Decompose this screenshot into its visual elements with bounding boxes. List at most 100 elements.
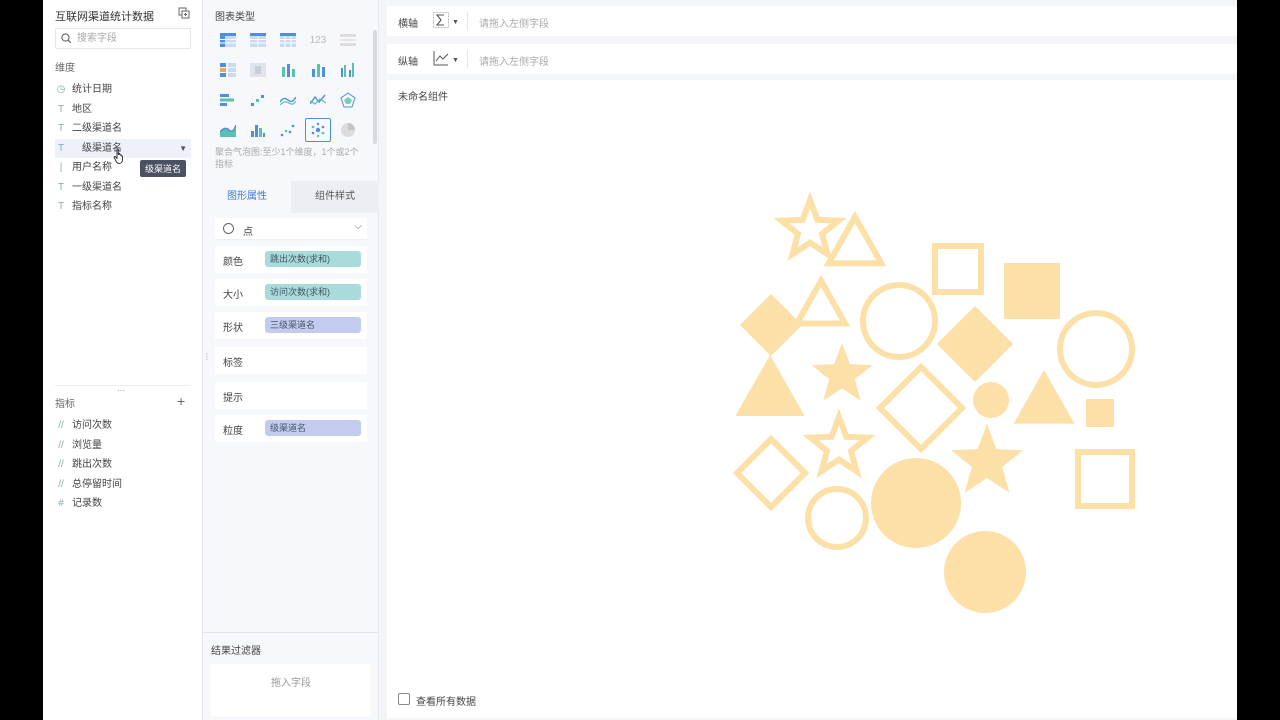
- chart-plot-area: 未命名组件 查看所有数据: [387, 80, 1237, 718]
- diamond-mark[interactable]: [732, 434, 810, 512]
- grouped-table-icon[interactable]: [215, 58, 241, 82]
- star-mark[interactable]: [811, 343, 873, 401]
- polyline-chart-icon[interactable]: [305, 88, 331, 112]
- circle-mark[interactable]: [871, 458, 961, 548]
- circle-mark[interactable]: [973, 382, 1009, 418]
- square-mark[interactable]: [1075, 449, 1135, 509]
- y-axis-shelf[interactable]: 纵轴 ▼ 请拖入左侧字段: [387, 44, 1237, 74]
- diamond-mark[interactable]: [875, 362, 967, 454]
- triangle-mark[interactable]: [1013, 370, 1075, 424]
- y-axis-dropdown-icon[interactable]: ▼: [452, 57, 459, 64]
- measure-item[interactable]: // 访问次数: [55, 416, 191, 436]
- axis-separator: [467, 12, 468, 30]
- measure-item[interactable]: # 记录数: [55, 494, 191, 514]
- dimension-label: 用户名称: [72, 162, 112, 173]
- square-mark[interactable]: [1086, 399, 1114, 427]
- chart-types-scrollbar[interactable]: [373, 30, 377, 144]
- pie-chart-icon[interactable]: [335, 118, 361, 142]
- measure-label: 记录数: [72, 498, 102, 509]
- triangle-mark[interactable]: [791, 274, 851, 327]
- panel-resize-handle-icon[interactable]: ⋮: [203, 352, 211, 361]
- line-chart-icon[interactable]: [275, 88, 301, 112]
- search-icon: [61, 33, 72, 47]
- measure-item[interactable]: // 浏览量: [55, 436, 191, 456]
- table-chart-icon[interactable]: [215, 28, 241, 52]
- color-channel[interactable]: 颜色 跳出次数(求和): [215, 246, 367, 273]
- dimension-item[interactable]: T 指标名称: [55, 197, 191, 217]
- tab-graph-properties[interactable]: 图形属性: [203, 181, 291, 213]
- area-chart-icon[interactable]: [215, 118, 241, 142]
- star-mark[interactable]: [802, 408, 876, 479]
- config-tabs: 图形属性 组件样式: [203, 181, 379, 213]
- grouped-column-icon[interactable]: [335, 58, 361, 82]
- drag-tooltip: 级渠道名: [140, 160, 187, 177]
- dataset-title[interactable]: 互联网渠道统计数据: [55, 8, 154, 24]
- shape-field-pill[interactable]: 三级渠道名: [265, 317, 361, 333]
- bubble-shape-chart: [732, 191, 1135, 613]
- shape-channel[interactable]: 形状 三级渠道名: [215, 312, 367, 339]
- y-axis-placeholder[interactable]: 请拖入左侧字段: [479, 53, 549, 68]
- granularity-field-pill[interactable]: 级渠道名: [265, 420, 361, 436]
- field-panel: 互联网渠道统计数据 维度 ◷ 统计日期 T 地区 T 二级渠道名 T 级渠道名▼ | 用户…: [43, 0, 203, 720]
- label-channel[interactable]: 标签: [215, 347, 367, 374]
- add-measure-button[interactable]: +: [177, 393, 185, 409]
- dimension-item[interactable]: ◷ 统计日期: [55, 80, 191, 100]
- granularity-channel[interactable]: 粒度 级渠道名: [215, 415, 367, 442]
- square-mark[interactable]: [1004, 263, 1060, 319]
- scatter-chart-icon[interactable]: [275, 118, 301, 142]
- x-axis-dropdown-icon[interactable]: ▼: [452, 19, 459, 26]
- measure-label: 跳出次数: [72, 459, 112, 470]
- stacked-bar-icon[interactable]: [275, 58, 301, 82]
- radar-chart-icon[interactable]: [335, 88, 361, 112]
- size-channel[interactable]: 大小 访问次数(求和): [215, 279, 367, 306]
- column-chart-icon[interactable]: [305, 58, 331, 82]
- circle-mark[interactable]: [805, 486, 869, 550]
- measure-icon: //: [58, 439, 64, 451]
- line-chart-icon[interactable]: [433, 50, 449, 69]
- triangle-mark[interactable]: [735, 355, 805, 417]
- circle-mark[interactable]: [944, 531, 1026, 613]
- histogram-icon[interactable]: [245, 118, 271, 142]
- dimension-label: 二级渠道名: [72, 123, 122, 134]
- diamond-mark[interactable]: [937, 306, 1013, 382]
- switch-dataset-icon[interactable]: [178, 7, 190, 19]
- size-field-pill[interactable]: 访问次数(求和): [265, 284, 361, 300]
- y-axis-label: 纵轴: [398, 57, 418, 68]
- bi-editor: 互联网渠道统计数据 维度 ◷统计日期 T地区 T二级渠道名 T级渠道名▼ |用户…: [43, 0, 1237, 720]
- filter-drop-zone[interactable]: 拖入字段: [211, 664, 371, 716]
- sum-sigma-icon[interactable]: [433, 12, 449, 31]
- color-field-pill[interactable]: 跳出次数(求和): [265, 251, 361, 267]
- dimension-item[interactable]: T 二级渠道名: [55, 119, 191, 139]
- star-mark[interactable]: [950, 424, 1024, 493]
- tooltip-channel[interactable]: 提示: [215, 382, 367, 409]
- dimension-item[interactable]: T 地区: [55, 100, 191, 120]
- dropdown-arrow-icon[interactable]: ▼: [179, 139, 187, 159]
- measures-label: 指标: [55, 399, 75, 410]
- dimension-label: 指标名称: [72, 201, 112, 212]
- search-input[interactable]: [77, 31, 187, 46]
- x-axis-shelf[interactable]: 横轴 ▼ 请拖入左侧字段: [387, 6, 1237, 36]
- tab-component-style[interactable]: 组件样式: [291, 181, 379, 213]
- resize-handle-icon[interactable]: ⋯: [117, 386, 125, 395]
- bar-chart-icon[interactable]: [215, 88, 241, 112]
- star-mark[interactable]: [773, 191, 847, 262]
- circle-mark[interactable]: [860, 282, 938, 360]
- detail-table-icon[interactable]: [275, 28, 301, 52]
- measure-item[interactable]: // 总停留时间: [55, 475, 191, 495]
- aggregate-bubble-icon[interactable]: [305, 118, 331, 142]
- kpi-number-icon[interactable]: 123: [305, 28, 331, 52]
- list-chart-icon[interactable]: [335, 28, 361, 52]
- text-type-icon: T: [57, 123, 65, 134]
- step-chart-icon[interactable]: [245, 88, 271, 112]
- heat-table-icon[interactable]: [245, 58, 271, 82]
- dimension-item[interactable]: T 一级渠道名: [55, 178, 191, 198]
- view-all-checkbox[interactable]: [398, 693, 410, 705]
- circle-mark[interactable]: [1057, 310, 1135, 388]
- filter-placeholder: 拖入字段: [271, 678, 311, 689]
- text-type-icon: T: [57, 142, 65, 154]
- measure-item[interactable]: // 跳出次数: [55, 455, 191, 475]
- x-axis-placeholder[interactable]: 请拖入左侧字段: [479, 15, 549, 30]
- square-mark[interactable]: [932, 243, 984, 295]
- cross-table-icon[interactable]: [245, 28, 271, 52]
- mark-type-select[interactable]: 点 ⌵: [215, 218, 367, 240]
